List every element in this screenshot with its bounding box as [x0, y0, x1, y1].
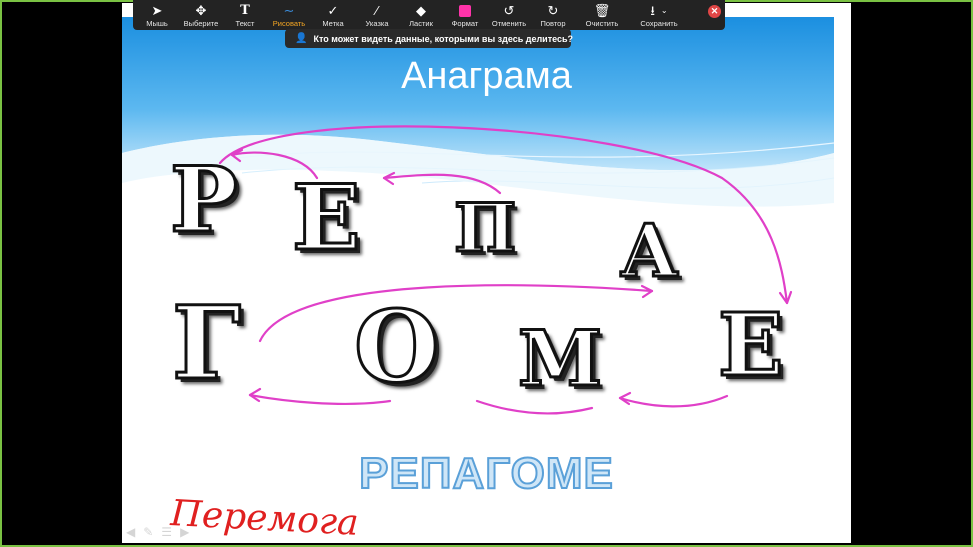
- letter-top-3: П: [452, 189, 517, 267]
- letter-bottom-3: М: [516, 314, 603, 403]
- menu-icon[interactable]: ☰: [161, 525, 172, 539]
- undo-icon: ↺: [503, 3, 515, 18]
- close-toolbar-button[interactable]: ✕: [708, 5, 721, 18]
- pen-icon[interactable]: ✎: [143, 525, 153, 539]
- letter-top-4: А: [619, 208, 681, 293]
- tool-stamp[interactable]: ✓ Метка: [311, 0, 355, 30]
- trash-icon: 🗑: [593, 3, 611, 18]
- handwritten-answer: Перемога: [169, 493, 360, 543]
- tool-save[interactable]: ⭳ ⌄ Сохранить: [629, 0, 689, 30]
- next-slide-icon[interactable]: ▶: [180, 525, 189, 539]
- checkmark-icon: ✓: [327, 3, 339, 18]
- tool-clear[interactable]: 🗑 Очистить: [575, 0, 629, 30]
- move-icon: ✥: [195, 3, 207, 18]
- privacy-banner-text: Кто может видеть данные, которыми вы зде…: [313, 33, 574, 44]
- slide-navigation[interactable]: ◀ ✎ ☰ ▶: [126, 525, 189, 539]
- close-icon: ✕: [710, 6, 719, 16]
- tool-select[interactable]: ✥ Выберите: [179, 0, 223, 30]
- draw-icon: ∼: [283, 3, 295, 18]
- tool-text[interactable]: T Текст: [223, 0, 267, 30]
- user-privacy-icon: 👤: [295, 33, 308, 44]
- annotation-toolbar: ➤ Мышь ✥ Выберите T Текст ∼ Рисовать ✓ М…: [133, 0, 725, 30]
- letter-bottom-4: Е: [717, 295, 786, 396]
- tool-redo[interactable]: ↻ Повтор: [531, 0, 575, 30]
- cursor-icon: ➤: [151, 3, 163, 18]
- tool-mouse[interactable]: ➤ Мышь: [135, 0, 179, 30]
- tool-format[interactable]: Формат: [443, 0, 487, 30]
- tool-spotlight[interactable]: ⁄ Указка: [355, 0, 399, 30]
- slide-title: Анаграма: [401, 55, 572, 97]
- anagram-answer: РЕПАГОМЕ: [358, 448, 614, 499]
- prev-slide-icon[interactable]: ◀: [126, 525, 135, 539]
- save-icon: ⭳ ⌄: [650, 3, 668, 19]
- text-icon: T: [240, 3, 250, 18]
- tool-eraser[interactable]: ◆ Ластик: [399, 0, 443, 30]
- presentation-slide: Анаграма Р Е П А Г О М Е РЕПАГОМЕ Перемо…: [122, 3, 851, 543]
- chevron-down-icon[interactable]: ⌄: [661, 3, 668, 19]
- pointer-icon: ⁄: [375, 3, 379, 18]
- format-icon: [459, 3, 471, 19]
- letter-top-1: Р: [169, 147, 240, 253]
- tool-undo[interactable]: ↺ Отменить: [487, 0, 531, 30]
- letter-top-2: Е: [291, 165, 363, 271]
- format-color-swatch: [459, 5, 471, 17]
- privacy-banner[interactable]: 👤 Кто может видеть данные, которыми вы з…: [285, 29, 574, 48]
- letter-bottom-2: О: [352, 290, 440, 405]
- tool-draw[interactable]: ∼ Рисовать: [267, 0, 311, 30]
- redo-icon: ↻: [547, 3, 559, 18]
- letter-bottom-1: Г: [170, 284, 242, 402]
- eraser-icon: ◆: [416, 3, 426, 18]
